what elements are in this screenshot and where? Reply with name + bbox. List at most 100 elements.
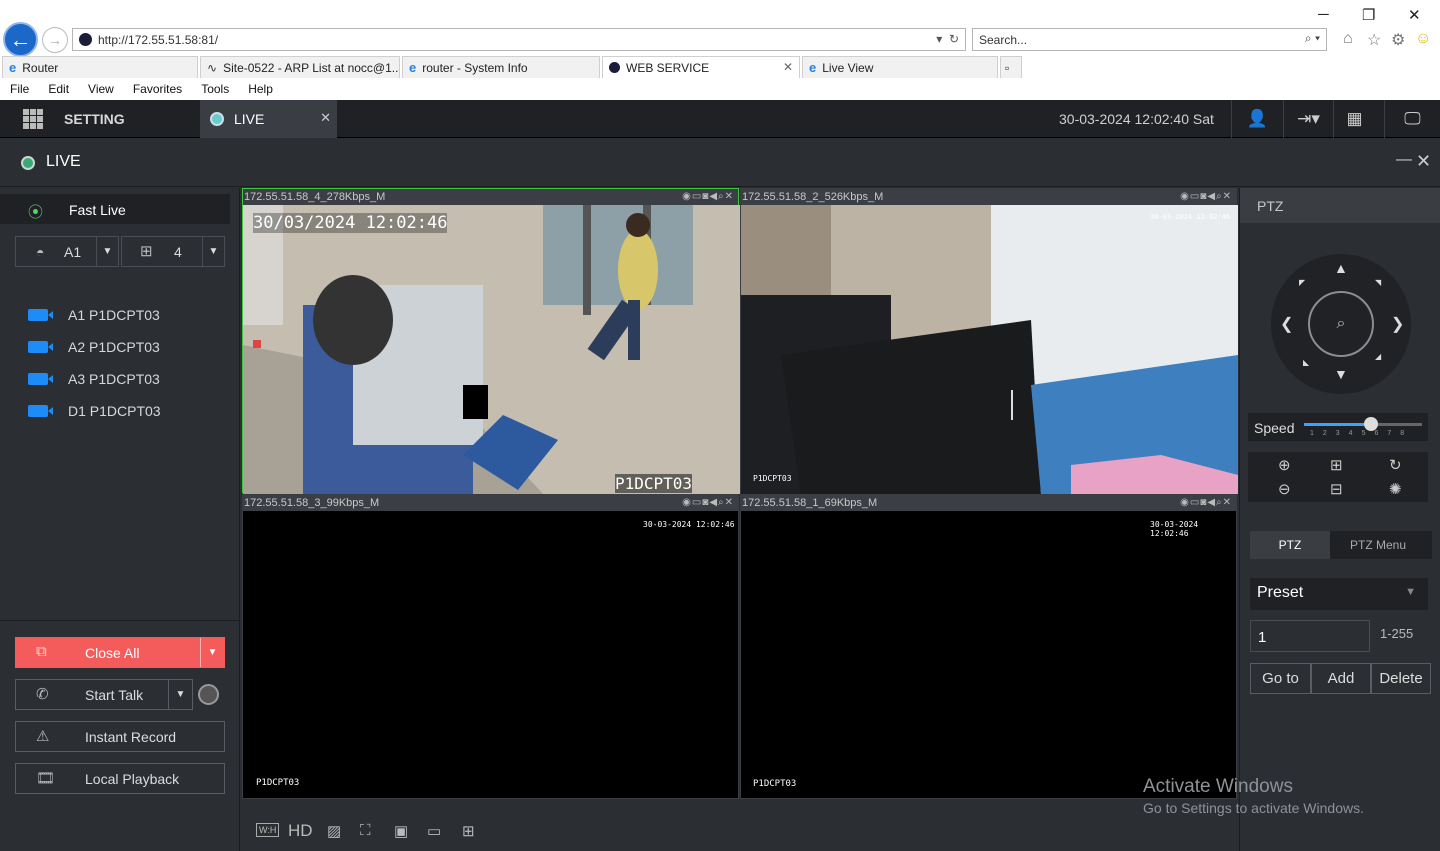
channel-select[interactable]: ◓ A1 ▼: [15, 236, 119, 267]
ptz-up-left-icon[interactable]: ◤: [1299, 278, 1305, 287]
chevron-down-icon[interactable]: ▼: [168, 680, 192, 709]
delete-preset-button[interactable]: Delete: [1371, 663, 1431, 694]
menu-view[interactable]: View: [88, 79, 114, 99]
menu-file[interactable]: File: [10, 79, 29, 99]
preset-select[interactable]: Preset ▼: [1250, 578, 1428, 610]
smiley-feedback-icon[interactable]: ☺: [1415, 30, 1431, 48]
chevron-down-icon[interactable]: ▼: [200, 638, 224, 667]
ptz-down-right-icon[interactable]: ◢: [1375, 352, 1381, 361]
video-controls-icons[interactable]: ◉▭◙◀⌕✕: [1180, 189, 1232, 205]
aspect-ratio-button[interactable]: W:H: [256, 823, 280, 837]
home-icon[interactable]: ⌂: [1343, 30, 1353, 48]
ptz-panel: PTZ ▲ ▼ ❮ ❯ ◤ ◥ ◣ ◢ ⌕ Speed 12345678 ⊕ ⊖…: [1239, 188, 1440, 851]
browser-tab-web-service[interactable]: WEB SERVICE ✕: [602, 56, 800, 78]
menu-bar: File Edit View Favorites Tools Help: [0, 79, 1440, 99]
back-button[interactable]: ←: [3, 22, 38, 57]
monitor-icon[interactable]: 🖵: [1384, 100, 1440, 138]
restore-window-icon[interactable]: ❐: [1362, 6, 1375, 24]
camera-list-item[interactable]: D1 P1DCPT03: [28, 401, 161, 421]
menu-favorites[interactable]: Favorites: [133, 79, 182, 99]
layout-select[interactable]: ⊞ 4 ▼: [121, 236, 225, 267]
ptz-up-right-icon[interactable]: ◥: [1375, 278, 1381, 287]
fullscreen-icon[interactable]: ⛶: [360, 822, 371, 839]
chevron-down-icon[interactable]: ▼: [96, 237, 118, 266]
close-tab-icon[interactable]: ✕: [783, 60, 793, 74]
camera-list-item[interactable]: A1 P1DCPT03: [28, 305, 160, 325]
qrcode-icon[interactable]: ▦: [1333, 100, 1375, 138]
tab-live[interactable]: LIVE ✕: [200, 100, 337, 138]
video-cell-2[interactable]: 172.55.51.58_2_526Kbps_M ◉▭◙◀⌕✕ 30-03-20…: [740, 188, 1238, 494]
chevron-down-icon[interactable]: ▼: [202, 237, 224, 266]
browser-tab-arp[interactable]: ∿ Site-0522 - ARP List at nocc@1...: [200, 56, 400, 78]
add-preset-button[interactable]: Add: [1311, 663, 1371, 694]
talk-status-icon[interactable]: [198, 684, 219, 705]
goto-preset-button[interactable]: Go to: [1250, 663, 1311, 694]
minimize-window-icon[interactable]: ─: [1318, 6, 1329, 23]
address-bar[interactable]: http://172.55.51.58:81/ ▾ ↻: [72, 28, 966, 51]
menu-edit[interactable]: Edit: [48, 79, 69, 99]
favorites-star-icon[interactable]: ☆: [1367, 30, 1381, 50]
rotate-icon[interactable]: ↻: [1389, 456, 1402, 474]
close-panel-icon[interactable]: ✕: [1416, 151, 1431, 172]
iris-icon[interactable]: ✺: [1389, 480, 1402, 498]
camera-list-item[interactable]: A3 P1DCPT03: [28, 369, 160, 389]
video-controls-icons[interactable]: ◉▭◙◀⌕✕: [682, 189, 734, 205]
search-icon[interactable]: ⌕ ▾: [1305, 31, 1320, 46]
close-live-tab-icon[interactable]: ✕: [320, 110, 331, 126]
search-input[interactable]: Search... ⌕ ▾: [972, 28, 1327, 51]
setting-button[interactable]: SETTING: [0, 100, 200, 138]
instant-record-button[interactable]: ⚠ Instant Record: [15, 721, 225, 752]
browser-tab-router[interactable]: e Router: [2, 56, 198, 78]
video-controls-icons[interactable]: ◉▭◙◀⌕✕: [682, 495, 734, 511]
ptz-left-icon[interactable]: ❮: [1280, 314, 1293, 334]
single-layout-icon[interactable]: ▭: [427, 822, 441, 840]
ptz-down-icon[interactable]: ▼: [1334, 366, 1348, 382]
video-cell-3[interactable]: 172.55.51.58_3_99Kbps_M ◉▭◙◀⌕✕ 30-03-202…: [242, 494, 739, 799]
refresh-icon[interactable]: ▾ ↻: [936, 32, 959, 46]
close-window-icon[interactable]: ✕: [1408, 6, 1421, 24]
hd-button[interactable]: HD: [288, 821, 313, 841]
ptz-direction-pad[interactable]: ▲ ▼ ❮ ❯ ◤ ◥ ◣ ◢ ⌕: [1271, 254, 1411, 394]
close-all-button[interactable]: ⧉ Close All ▼: [15, 637, 225, 668]
menu-help[interactable]: Help: [248, 79, 273, 99]
local-playback-label: Local Playback: [85, 771, 180, 787]
window-mode-icon[interactable]: ▣: [394, 822, 408, 840]
forward-button[interactable]: →: [42, 27, 68, 53]
zoom-in-icon[interactable]: ⊕: [1278, 456, 1291, 474]
zoom-out-icon[interactable]: ⊖: [1278, 480, 1291, 498]
layout-select-value: 4: [174, 244, 182, 260]
ptz-zoom-box-icon[interactable]: ⌕: [1308, 291, 1374, 357]
video-cell-1[interactable]: 172.55.51.58_4_278Kbps_M ◉▭◙◀⌕✕ 30/03/20…: [242, 188, 740, 494]
camera-icon: [28, 405, 53, 417]
ptz-up-icon[interactable]: ▲: [1334, 260, 1348, 276]
live-status-icon: [21, 156, 35, 170]
logout-icon[interactable]: ⇥▾: [1283, 100, 1333, 138]
new-tab-button[interactable]: ▫: [1000, 56, 1022, 78]
gear-icon[interactable]: ⚙: [1391, 30, 1405, 50]
camera-list-item[interactable]: A2 P1DCPT03: [28, 337, 160, 357]
video-cell-4[interactable]: 172.55.51.58_1_69Kbps_M ◉▭◙◀⌕✕ 30-03-202…: [740, 494, 1237, 799]
tab-ptz-menu[interactable]: PTZ Menu: [1350, 538, 1406, 552]
focus-near-icon[interactable]: ⊞: [1330, 456, 1343, 474]
ptz-down-left-icon[interactable]: ◣: [1303, 358, 1309, 367]
video-controls-icons[interactable]: ◉▭◙◀⌕✕: [1180, 495, 1232, 511]
quad-layout-icon[interactable]: ⊞: [462, 822, 475, 840]
ptz-speed-slider[interactable]: Speed 12345678: [1248, 413, 1428, 441]
browser-tab-live-view[interactable]: e Live View: [802, 56, 998, 78]
menu-tools[interactable]: Tools: [201, 79, 229, 99]
speed-knob[interactable]: [1364, 417, 1379, 431]
user-icon[interactable]: 👤: [1231, 100, 1283, 138]
tab-ptz[interactable]: PTZ: [1250, 531, 1330, 559]
fast-live-icon: ⦿: [28, 204, 44, 221]
ptz-tabs: PTZ PTZ Menu: [1250, 531, 1432, 559]
minimize-panel-icon[interactable]: —: [1396, 151, 1412, 169]
focus-far-icon[interactable]: ⊟: [1330, 480, 1343, 498]
camera-feed-image: [243, 205, 740, 494]
fast-live-header[interactable]: ⦿ Fast Live: [0, 194, 230, 224]
stream-quality-icon[interactable]: ▨: [327, 822, 341, 840]
browser-tab-system-info[interactable]: e router - System Info: [402, 56, 600, 78]
local-playback-button[interactable]: 🎞 Local Playback: [15, 763, 225, 794]
preset-number-input[interactable]: 1: [1250, 620, 1370, 652]
ptz-right-icon[interactable]: ❯: [1391, 314, 1404, 334]
start-talk-button[interactable]: ✆ Start Talk ▼: [15, 679, 193, 710]
